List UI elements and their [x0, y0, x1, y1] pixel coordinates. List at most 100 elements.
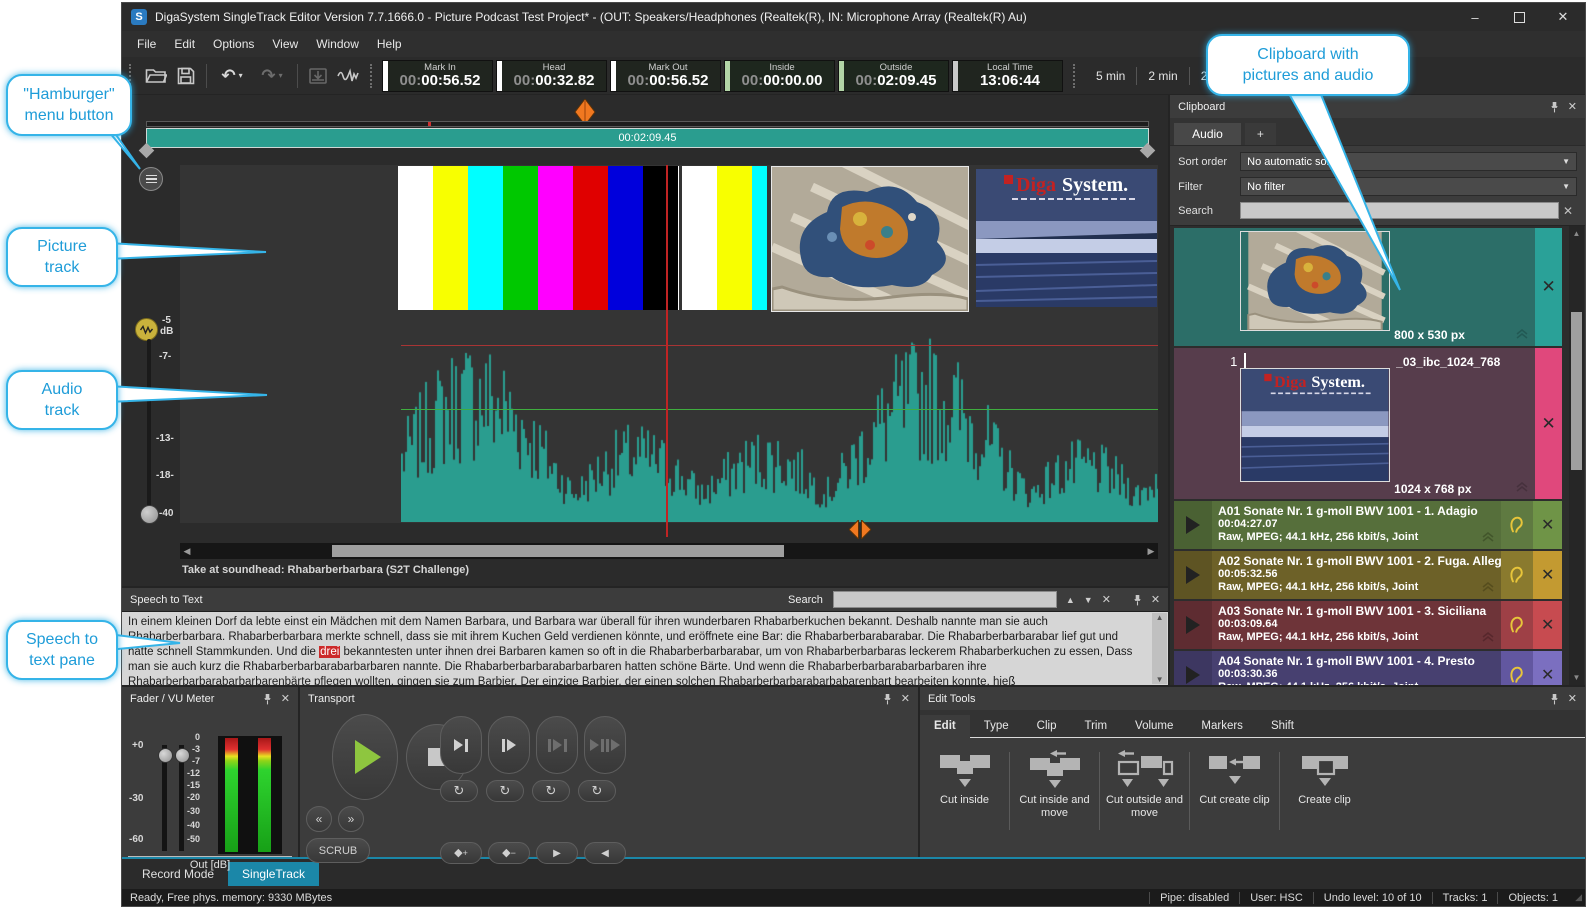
add-marker-button[interactable]: ◆+: [440, 842, 482, 864]
expand-chevron-icon[interactable]: [1515, 326, 1529, 344]
scrub-button[interactable]: SCRUB: [306, 838, 370, 863]
loop-all-button[interactable]: ↻: [578, 780, 616, 802]
speech-transcript[interactable]: In einem kleinen Dorf da lebte einst ein…: [128, 615, 1146, 685]
speech-text-area[interactable]: In einem kleinen Dorf da lebte einst ein…: [122, 611, 1168, 685]
picture-clip-lizard[interactable]: [771, 166, 969, 312]
speech-scrollbar[interactable]: ▲▼: [1152, 613, 1167, 684]
expand-chevron-icon[interactable]: [1481, 579, 1495, 597]
picture-thumbnail-digasystem[interactable]: Diga System.: [1240, 368, 1390, 482]
overview-duration-bar[interactable]: 00:02:09.45: [146, 128, 1149, 148]
import-take-button[interactable]: [303, 62, 333, 90]
prelisten-button[interactable]: [1501, 551, 1533, 599]
fader-knob-left[interactable]: [158, 748, 173, 763]
tab-edit[interactable]: Edit: [920, 715, 970, 738]
clipboard-picture-item-2[interactable]: 1 _03_ibc_1024_768 Diga System.: [1174, 348, 1562, 499]
remove-marker-button[interactable]: ◆−: [488, 842, 530, 864]
loop-out-button[interactable]: ↻: [486, 780, 524, 802]
close-icon[interactable]: ✕: [1568, 692, 1577, 705]
play-button[interactable]: [1174, 651, 1212, 685]
loop-in-button[interactable]: ↻: [440, 780, 478, 802]
scroll-down-icon[interactable]: ▼: [1156, 675, 1164, 684]
cut-inside-and-move-tool[interactable]: Cut inside and move: [1010, 750, 1099, 820]
hamburger-menu-button[interactable]: [139, 167, 163, 191]
audio-track-icon[interactable]: [135, 318, 158, 341]
toolbar-grip[interactable]: [370, 64, 375, 88]
outside-field[interactable]: Outside 00:02:09.45: [838, 60, 949, 92]
delete-item-button[interactable]: ✕: [1535, 228, 1562, 346]
clipboard-audio-item-2[interactable]: A02 Sonate Nr. 1 g-moll BWV 1001 - 2. Fu…: [1174, 551, 1562, 599]
expand-chevron-icon[interactable]: [1481, 529, 1495, 547]
scroll-up-icon[interactable]: ▲: [1573, 229, 1581, 238]
overview-mini-strip[interactable]: [146, 121, 1149, 127]
search-prev-icon[interactable]: ▲: [1066, 595, 1075, 605]
delete-item-button[interactable]: ✕: [1533, 501, 1562, 549]
prelisten-button[interactable]: [1501, 651, 1533, 685]
search-clear-icon[interactable]: ✕: [1559, 204, 1577, 218]
menu-view[interactable]: View: [263, 31, 307, 57]
play-button[interactable]: [1174, 501, 1212, 549]
waveform-tool-button[interactable]: [333, 62, 363, 90]
picture-clip-colorbars-2[interactable]: [682, 166, 767, 310]
prelisten-button[interactable]: [1501, 501, 1533, 549]
playhead-line[interactable]: [666, 165, 668, 537]
duration-2min-button[interactable]: 2 min: [1137, 63, 1188, 89]
picture-clip-digasystem[interactable]: Diga System.: [976, 169, 1157, 307]
pin-icon[interactable]: [263, 693, 272, 705]
mark-in-field[interactable]: Mark In 00:00:56.52: [382, 60, 493, 92]
timeline-scroll-thumb[interactable]: [332, 545, 784, 557]
clipboard-tab-audio[interactable]: Audio: [1174, 123, 1241, 145]
play-to-head-button[interactable]: [440, 716, 482, 774]
pin-icon[interactable]: [1133, 594, 1142, 606]
close-icon[interactable]: ✕: [901, 692, 910, 705]
delete-item-button[interactable]: ✕: [1533, 651, 1562, 685]
pin-icon[interactable]: [1550, 693, 1559, 705]
clipboard-scrollbar[interactable]: ▲ ▼: [1569, 226, 1584, 685]
sort-order-select[interactable]: No automatic sort▼: [1240, 152, 1577, 171]
clipboard-picture-item-1[interactable]: 800 x 530 px ✕: [1174, 228, 1562, 346]
filter-select[interactable]: No filter▼: [1240, 177, 1577, 196]
scroll-right-icon[interactable]: ▶: [1144, 546, 1158, 557]
close-icon[interactable]: ✕: [281, 692, 290, 705]
close-button[interactable]: ✕: [1541, 3, 1585, 31]
pin-icon[interactable]: [883, 693, 892, 705]
local-time-field[interactable]: Local Time 13:06:44: [952, 60, 1063, 92]
undo-button[interactable]: ↶▾: [212, 62, 252, 90]
loop-selection-button[interactable]: ↻: [532, 780, 570, 802]
loop-range-marker[interactable]: [849, 520, 871, 539]
menu-edit[interactable]: Edit: [165, 31, 204, 57]
fader-knob-right[interactable]: [175, 748, 190, 763]
scroll-left-icon[interactable]: ◀: [180, 546, 194, 557]
inside-field[interactable]: Inside 00:00:00.00: [724, 60, 835, 92]
duration-5min-button[interactable]: 5 min: [1085, 63, 1136, 89]
resize-grip[interactable]: ◢: [1568, 892, 1585, 903]
close-icon[interactable]: ✕: [1568, 100, 1577, 113]
cut-outside-and-move-tool[interactable]: Cut outside and move: [1100, 750, 1189, 820]
play-button[interactable]: [332, 714, 398, 800]
menu-file[interactable]: File: [128, 31, 165, 57]
prev-marker-button[interactable]: ◀: [584, 842, 626, 864]
next-marker-button[interactable]: ▶: [536, 842, 578, 864]
menu-options[interactable]: Options: [204, 31, 263, 57]
cut-inside-tool[interactable]: Cut inside: [920, 750, 1009, 807]
expand-chevron-icon[interactable]: [1515, 479, 1529, 497]
delete-item-button[interactable]: ✕: [1533, 551, 1562, 599]
play-button[interactable]: [1174, 601, 1212, 649]
cut-create-clip-tool[interactable]: Cut create clip: [1190, 750, 1279, 807]
delete-item-button[interactable]: ✕: [1533, 601, 1562, 649]
open-project-button[interactable]: [141, 62, 171, 90]
create-clip-tool[interactable]: Create clip: [1280, 750, 1369, 807]
picture-thumbnail-lizard[interactable]: [1240, 231, 1390, 331]
tab-volume[interactable]: Volume: [1121, 715, 1187, 737]
menu-window[interactable]: Window: [307, 31, 368, 57]
scroll-up-icon[interactable]: ▲: [1156, 613, 1164, 622]
search-clear-icon[interactable]: ✕: [1102, 593, 1111, 606]
search-next-icon[interactable]: ▼: [1084, 595, 1093, 605]
clipboard-audio-item-4[interactable]: A04 Sonate Nr. 1 g-moll BWV 1001 - 4. Pr…: [1174, 651, 1562, 685]
track-gain-knob[interactable]: [140, 505, 159, 524]
delete-item-button[interactable]: ✕: [1535, 348, 1562, 499]
tab-clip[interactable]: Clip: [1023, 715, 1071, 737]
tab-type[interactable]: Type: [970, 715, 1023, 737]
clipboard-search-input[interactable]: [1240, 202, 1559, 219]
mark-out-field[interactable]: Mark Out 00:00:56.52: [610, 60, 721, 92]
audio-waveform[interactable]: [401, 332, 1158, 522]
